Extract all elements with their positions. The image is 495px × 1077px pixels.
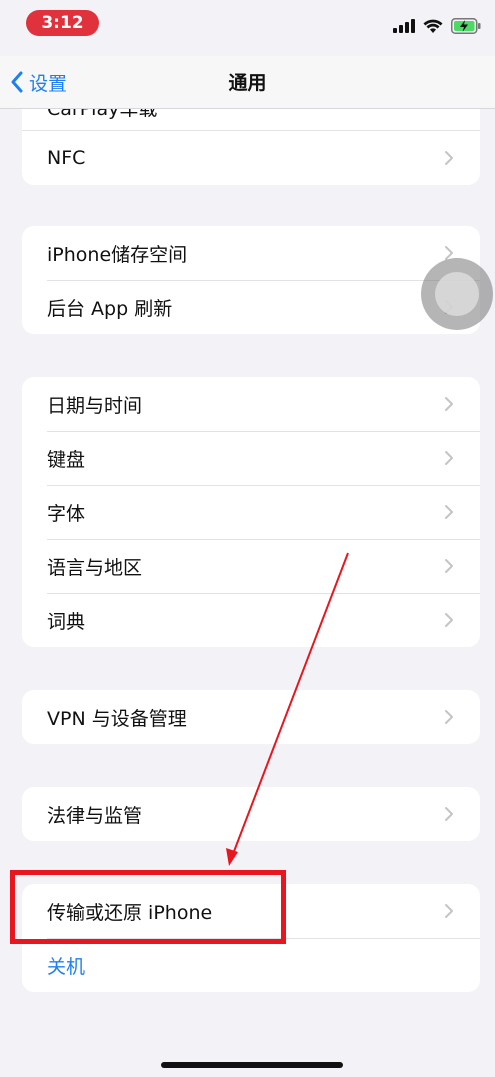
status-time: 3:12 <box>26 10 99 36</box>
settings-row-label: 字体 <box>47 502 86 525</box>
settings-group-4: VPN 与设备管理 <box>22 690 480 744</box>
settings-row-label: 后台 App 刷新 <box>47 297 173 320</box>
chevron-right-icon <box>445 151 453 165</box>
settings-row-label: 语言与地区 <box>47 556 143 579</box>
chevron-right-icon <box>445 904 453 918</box>
settings-row-label: 词典 <box>47 610 86 633</box>
settings-row-iphone-storage[interactable]: iPhone储存空间 <box>22 226 480 280</box>
settings-row-label: 键盘 <box>47 448 86 471</box>
settings-row-label: VPN 与设备管理 <box>47 707 187 730</box>
settings-general-screen: 3:12 设置 通用 CarPlay车载 NFC iPhone储存空间 后台 A… <box>0 0 495 1077</box>
settings-row-keyboard[interactable]: 键盘 <box>22 431 480 485</box>
annotation-highlight-box <box>10 870 286 944</box>
battery-charging-icon <box>451 18 481 34</box>
assistive-touch-button[interactable] <box>421 258 493 330</box>
chevron-right-icon <box>445 451 453 465</box>
settings-row-label: NFC <box>47 147 86 169</box>
settings-row-language-region[interactable]: 语言与地区 <box>22 539 480 593</box>
settings-row-carplay[interactable]: CarPlay车载 <box>22 108 480 130</box>
settings-group-3: 日期与时间 键盘 字体 语言与地区 词典 <box>22 377 480 647</box>
settings-row-legal-regulatory[interactable]: 法律与监管 <box>22 787 480 841</box>
home-indicator[interactable] <box>161 1062 343 1068</box>
status-bar: 3:12 <box>0 0 495 48</box>
chevron-right-icon <box>445 807 453 821</box>
chevron-right-icon <box>445 559 453 573</box>
chevron-right-icon <box>445 397 453 411</box>
settings-row-vpn-device-management[interactable]: VPN 与设备管理 <box>22 690 480 744</box>
navigation-bar: 设置 通用 <box>0 56 495 109</box>
settings-row-nfc[interactable]: NFC <box>22 130 480 185</box>
settings-row-fonts[interactable]: 字体 <box>22 485 480 539</box>
settings-row-dictionary[interactable]: 词典 <box>22 593 480 647</box>
page-title: 通用 <box>228 72 267 94</box>
settings-row-label: 法律与监管 <box>47 804 143 827</box>
settings-row-background-app-refresh[interactable]: 后台 App 刷新 <box>22 280 480 334</box>
settings-row-date-time[interactable]: 日期与时间 <box>22 377 480 431</box>
settings-row-shut-down[interactable]: 关机 <box>22 938 480 992</box>
chevron-right-icon <box>445 613 453 627</box>
settings-group-5: 法律与监管 <box>22 787 480 841</box>
cellular-signal-icon <box>393 19 415 33</box>
settings-group-1: CarPlay车载 NFC <box>22 108 480 185</box>
settings-group-2: iPhone储存空间 后台 App 刷新 <box>22 226 480 334</box>
chevron-right-icon <box>445 505 453 519</box>
chevron-right-icon <box>445 710 453 724</box>
settings-row-label: 日期与时间 <box>47 394 143 417</box>
settings-row-label: iPhone储存空间 <box>47 243 188 266</box>
status-icons <box>393 16 481 36</box>
wifi-icon <box>423 19 443 33</box>
settings-row-label: 关机 <box>47 955 86 978</box>
settings-row-label: CarPlay车载 <box>47 108 158 120</box>
